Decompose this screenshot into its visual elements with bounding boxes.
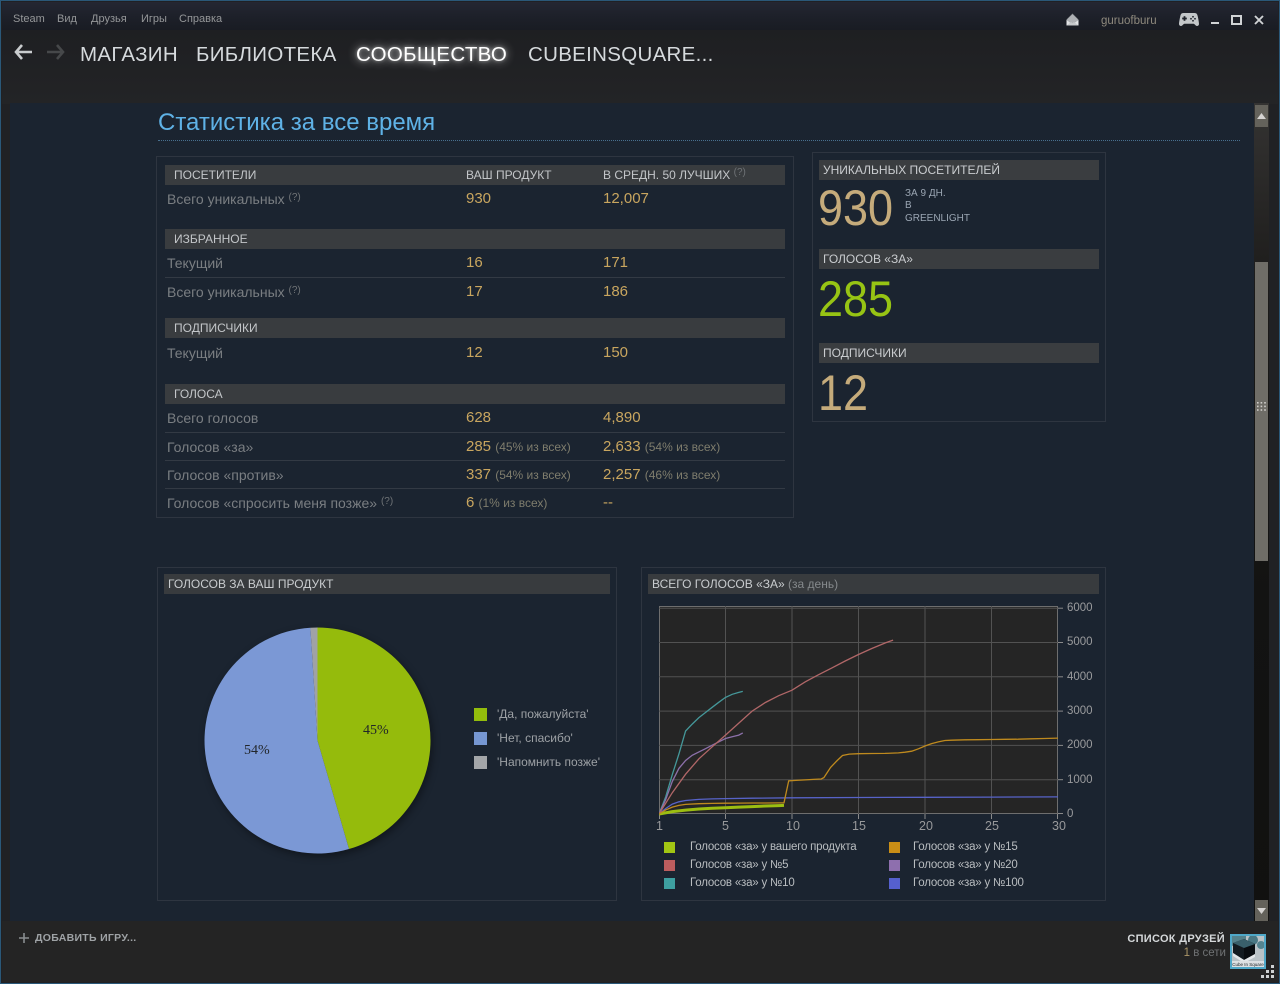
svg-text:Cube In Square: Cube In Square xyxy=(1232,962,1264,967)
